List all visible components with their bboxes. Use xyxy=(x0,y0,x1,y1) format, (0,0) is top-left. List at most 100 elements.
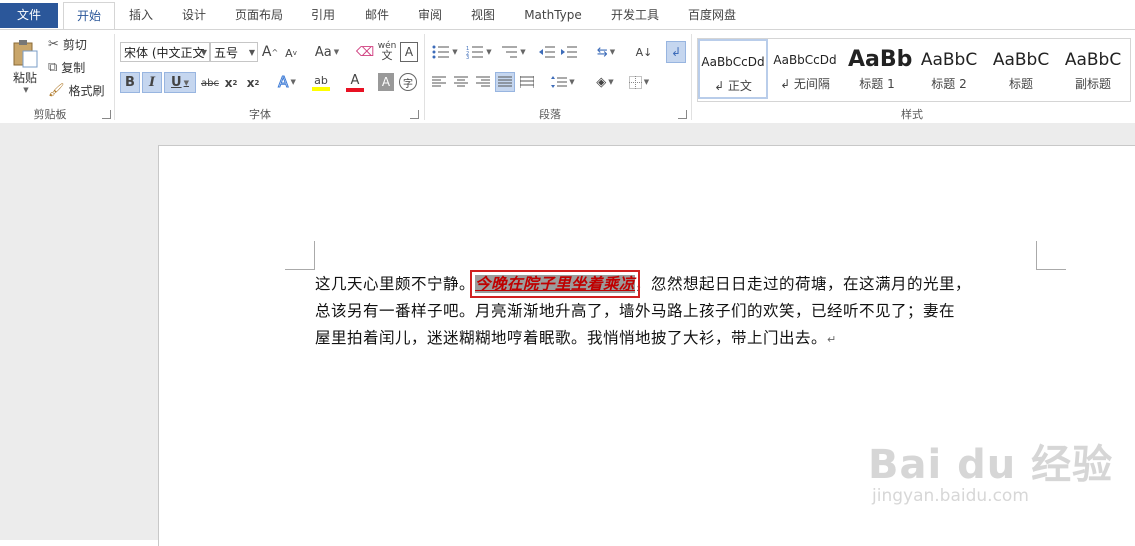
tab-design[interactable]: 设计 xyxy=(172,3,216,28)
borders-icon xyxy=(628,75,642,89)
tab-developer[interactable]: 开发工具 xyxy=(603,3,667,28)
font-size-combo[interactable]: 五号 ▼ xyxy=(210,42,258,62)
tab-file[interactable]: 文件 xyxy=(0,3,58,28)
justify-button[interactable] xyxy=(495,72,515,92)
chevron-down-icon: ▼ xyxy=(486,48,492,56)
style-heading-1[interactable]: AaBb 标题 1 xyxy=(842,39,912,99)
paint-bucket-icon: ◈ xyxy=(596,74,607,90)
margin-mark-left-h xyxy=(285,269,315,270)
style-title[interactable]: AaBbC 标题 xyxy=(986,39,1056,99)
font-name-combo[interactable]: 宋体 (中文正文 ▼ xyxy=(120,42,210,62)
align-center-icon xyxy=(454,76,468,87)
bullets-button[interactable]: ▼ xyxy=(430,42,460,62)
strikethrough-icon: abc xyxy=(201,77,219,89)
font-launcher-icon[interactable] xyxy=(410,110,419,119)
align-right-button[interactable] xyxy=(474,73,492,91)
decrease-indent-button[interactable] xyxy=(538,42,556,62)
style-heading-2[interactable]: AaBbC 标题 2 xyxy=(914,39,984,99)
font-color-button[interactable]: A xyxy=(340,72,370,92)
increase-indent-icon xyxy=(561,46,577,58)
align-center-button[interactable] xyxy=(452,73,470,91)
chinese-layout-button[interactable]: ⇆ ▼ xyxy=(590,42,622,62)
cut-button[interactable]: ✂ 剪切 xyxy=(48,35,108,53)
subscript-icon: x xyxy=(224,76,233,90)
character-shading-button[interactable]: A xyxy=(378,73,394,91)
underline-button[interactable]: U ▼ xyxy=(164,72,196,93)
document-paragraph[interactable]: 这几天心里颇不宁静。今晚在院子里坐着乘凉，忽然想起日日走过的荷塘，在这满月的光里… xyxy=(315,270,1040,353)
align-left-button[interactable] xyxy=(430,73,448,91)
strikethrough-button[interactable]: abc xyxy=(200,74,220,92)
superscript-button[interactable]: x2 xyxy=(244,74,262,92)
tab-references[interactable]: 引用 xyxy=(300,3,346,28)
style-no-spacing[interactable]: AaBbCcDd ↲ 无间隔 xyxy=(770,39,840,99)
style-subtitle[interactable]: AaBbC 副标题 xyxy=(1058,39,1128,99)
margin-mark-right-h xyxy=(1036,269,1066,270)
style-normal[interactable]: AaBbCcDd ↲ 正文 xyxy=(698,39,768,99)
subscript-button[interactable]: x2 xyxy=(222,74,240,92)
style-sample: AaBbCcDd xyxy=(701,55,765,69)
text-run: 屋里拍着闰儿，迷迷糊糊地哼着眠歌。我悄悄地披了大衫，带上门出去。 xyxy=(315,329,828,347)
style-name: ↲ 正文 xyxy=(714,79,752,93)
shrink-font-button[interactable]: Av xyxy=(284,44,298,62)
tab-review[interactable]: 审阅 xyxy=(408,3,452,28)
paragraph-launcher-icon[interactable] xyxy=(678,110,687,119)
style-name: 标题 1 xyxy=(859,77,895,91)
chevron-down-icon: ▼ xyxy=(452,48,458,56)
highlight-button[interactable]: ab xyxy=(306,72,336,92)
tab-layout[interactable]: 页面布局 xyxy=(228,3,290,28)
format-painter-label: 格式刷 xyxy=(68,83,105,98)
style-sample: AaBbC xyxy=(920,50,978,70)
phonetic-char: 文 xyxy=(381,49,393,62)
style-sample: AaBbCcDd xyxy=(773,53,837,67)
styles-group-label: 样式 xyxy=(901,108,923,121)
sort-button[interactable]: A↓ xyxy=(634,42,654,62)
bullets-icon xyxy=(432,45,450,59)
bold-button[interactable]: B xyxy=(120,72,140,93)
change-case-icon: Aa xyxy=(314,44,332,60)
highlight-color-swatch xyxy=(312,86,330,91)
chevron-down-icon: ▼ xyxy=(248,48,255,57)
italic-button[interactable]: I xyxy=(142,72,162,93)
chevron-down-icon: ▼ xyxy=(643,78,650,86)
grow-font-button[interactable]: A ^ xyxy=(262,42,278,62)
change-case-button[interactable]: Aa ▼ xyxy=(312,42,342,62)
character-border-button[interactable]: A xyxy=(400,42,418,62)
font-group-label: 字体 xyxy=(249,108,271,121)
multilevel-list-button[interactable]: ▼ xyxy=(498,42,528,62)
numbering-button[interactable]: 123 ▼ xyxy=(464,42,494,62)
paragraph-group-label: 段落 xyxy=(539,108,561,121)
tab-insert[interactable]: 插入 xyxy=(120,3,162,28)
distributed-icon xyxy=(520,76,534,88)
grow-font-icon: A xyxy=(261,44,272,60)
style-name: 副标题 xyxy=(1074,77,1111,91)
increase-indent-button[interactable] xyxy=(560,42,578,62)
chevron-down-icon: ▼ xyxy=(608,78,614,86)
chevron-down-icon: ▼ xyxy=(183,78,189,87)
clipboard-launcher-icon[interactable] xyxy=(102,110,111,119)
borders-button[interactable]: ▼ xyxy=(624,73,654,91)
tab-baidu-netdisk[interactable]: 百度网盘 xyxy=(680,3,744,28)
tab-mathtype[interactable]: MathType xyxy=(516,3,590,28)
text-run: 这几天心里颇不宁静。 xyxy=(315,275,476,293)
selected-text-highlight[interactable]: 今晚在院子里坐着乘凉 xyxy=(470,270,641,298)
scissors-icon: ✂ xyxy=(48,36,59,52)
tab-view[interactable]: 视图 xyxy=(461,3,505,28)
format-painter-button[interactable]: 🖌 格式刷 xyxy=(48,81,110,99)
line-spacing-button[interactable]: ▼ xyxy=(548,73,578,91)
font-size-value: 五号 xyxy=(214,46,239,60)
show-marks-button[interactable]: ↲ xyxy=(666,41,686,63)
tab-home[interactable]: 开始 xyxy=(63,2,115,31)
sort-icon: A↓ xyxy=(635,45,653,59)
paste-dropdown-icon[interactable]: ▼ xyxy=(23,86,28,94)
paste-button[interactable]: 粘贴 ▼ xyxy=(6,36,44,96)
phonetic-guide-button[interactable]: wén 文 xyxy=(378,40,397,62)
copy-button[interactable]: ⧉ 复制 xyxy=(48,58,108,76)
clear-formatting-button[interactable]: ⌫ xyxy=(356,42,374,62)
text-effects-button[interactable]: A ▼ xyxy=(274,72,300,92)
enclose-characters-button[interactable]: 字 xyxy=(399,73,417,91)
shading-button[interactable]: ◈ ▼ xyxy=(590,73,620,91)
align-left-icon xyxy=(432,76,446,87)
svg-text:3: 3 xyxy=(466,55,469,59)
tab-mailings[interactable]: 邮件 xyxy=(355,3,399,28)
distributed-button[interactable] xyxy=(518,73,536,91)
